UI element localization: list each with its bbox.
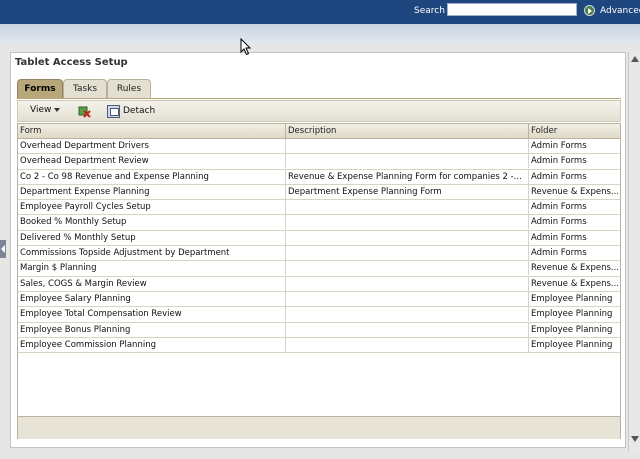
cell-form: Employee Total Compensation Review [18,307,286,322]
cell-form: Sales, COGS & Margin Review [18,276,286,291]
table-row[interactable]: Employee Total Compensation Review Employ… [18,307,620,323]
table-row[interactable]: Department Expense Planning Department Ex… [18,184,620,201]
search-input[interactable] [447,3,577,16]
scroll-down-icon[interactable] [631,436,639,442]
view-menu-button[interactable]: View [30,105,61,115]
cell-description: Department Expense Planning Form [286,184,529,199]
cell-form: Delivered % Monthly Setup [18,230,286,245]
cell-form: Employee Salary Planning [18,291,286,306]
table-row[interactable]: Commissions Topside Adjustment by Depart… [18,246,620,262]
cell-folder: Revenue & Expens... [531,186,619,197]
cell-form: Overhead Department Review [18,154,286,169]
cell-description [286,200,529,215]
detach-button[interactable]: Detach [123,106,155,116]
tab-divider [17,98,621,99]
cell-description [286,261,529,276]
scroll-up-icon[interactable] [631,56,639,62]
cell-description [286,139,529,153]
cell-folder: Admin Forms [531,156,587,167]
cell-folder: Admin Forms [531,248,587,259]
toolbar-strip [0,24,640,44]
table-row[interactable]: Employee Bonus Planning Employee Planning [18,322,620,338]
freeze-columns-icon[interactable] [78,105,91,118]
table-row[interactable]: Sales, COGS & Margin Review Revenue & Exp… [18,276,620,292]
cell-form: Employee Commission Planning [18,337,286,352]
cell-description [286,337,529,352]
table-footer [18,416,620,439]
cell-folder: Employee Planning [531,324,613,335]
table-row[interactable]: Employee Payroll Cycles Setup Admin Forms [18,200,620,216]
detach-icon[interactable] [107,105,120,118]
table-row[interactable]: Delivered % Monthly Setup Admin Forms [18,230,620,247]
table-row[interactable]: Booked % Monthly Setup Admin Forms [18,215,620,231]
cell-folder: Admin Forms [531,232,587,243]
table-row[interactable]: Co 2 - Co 98 Revenue and Expense Plannin… [18,169,620,185]
table-row[interactable]: Employee Commission Planning Employee Pla… [18,337,620,354]
cell-folder: Admin Forms [531,202,587,213]
column-header-folder[interactable]: Folder [529,124,620,138]
cell-description [286,215,529,230]
tab-forms[interactable]: Forms [17,79,63,98]
cell-form: Employee Bonus Planning [18,322,286,337]
table-body: Overhead Department Drivers Admin Forms Ov… [18,139,620,354]
tablet-access-panel: Tablet Access Setup Forms Tasks Rules Vi… [10,52,626,448]
cell-form: Booked % Monthly Setup [18,215,286,230]
forms-table: Form Description Folder Overhead Departm… [17,123,621,439]
table-row[interactable]: Overhead Department Drivers Admin Forms [18,139,620,155]
cell-description [286,276,529,291]
grid-toolbar: View Detach [17,100,621,122]
column-header-description[interactable]: Description [286,124,529,138]
vertical-scrollbar[interactable] [628,52,640,452]
top-bar: Search Advanced [0,0,640,24]
column-header-form[interactable]: Form [18,124,286,138]
cell-folder: Employee Planning [531,309,613,320]
tab-tasks[interactable]: Tasks [63,79,107,98]
tab-bar: Forms Tasks Rules [17,79,617,99]
cell-form: Co 2 - Co 98 Revenue and Expense Plannin… [18,169,286,184]
cell-folder: Revenue & Expens... [531,263,619,274]
cell-description [286,154,529,169]
table-header: Form Description Folder [18,124,620,139]
cell-folder: Admin Forms [531,171,587,182]
tab-rules[interactable]: Rules [107,79,151,98]
collapse-handle-icon[interactable] [0,240,6,258]
cell-folder: Admin Forms [531,141,587,151]
go-arrow-icon[interactable] [584,5,595,16]
cell-form: Department Expense Planning [18,184,286,199]
table-row[interactable]: Margin $ Planning Revenue & Expens... [18,261,620,277]
cell-form: Margin $ Planning [18,261,286,276]
cell-description [286,291,529,306]
panel-title: Tablet Access Setup [15,57,128,68]
cell-description [286,230,529,245]
view-label: View [30,105,52,115]
cell-description [286,246,529,261]
cell-description [286,307,529,322]
cell-form: Commissions Topside Adjustment by Depart… [18,246,286,261]
cell-form: Overhead Department Drivers [18,139,286,153]
cell-form: Employee Payroll Cycles Setup [18,200,286,215]
mouse-cursor-icon [240,38,252,56]
advanced-search-link[interactable]: Advanced [600,6,640,16]
chevron-down-icon [54,107,61,112]
cell-description [286,322,529,337]
table-row[interactable]: Overhead Department Review Admin Forms [18,154,620,170]
cell-folder: Revenue & Expens... [531,278,619,289]
cell-folder: Employee Planning [531,339,613,350]
cell-folder: Admin Forms [531,217,587,228]
search-label: Search [414,6,445,16]
cell-folder: Employee Planning [531,293,613,304]
table-row[interactable]: Employee Salary Planning Employee Plannin… [18,291,620,308]
cell-description: Revenue & Expense Planning Form for comp… [286,169,529,184]
